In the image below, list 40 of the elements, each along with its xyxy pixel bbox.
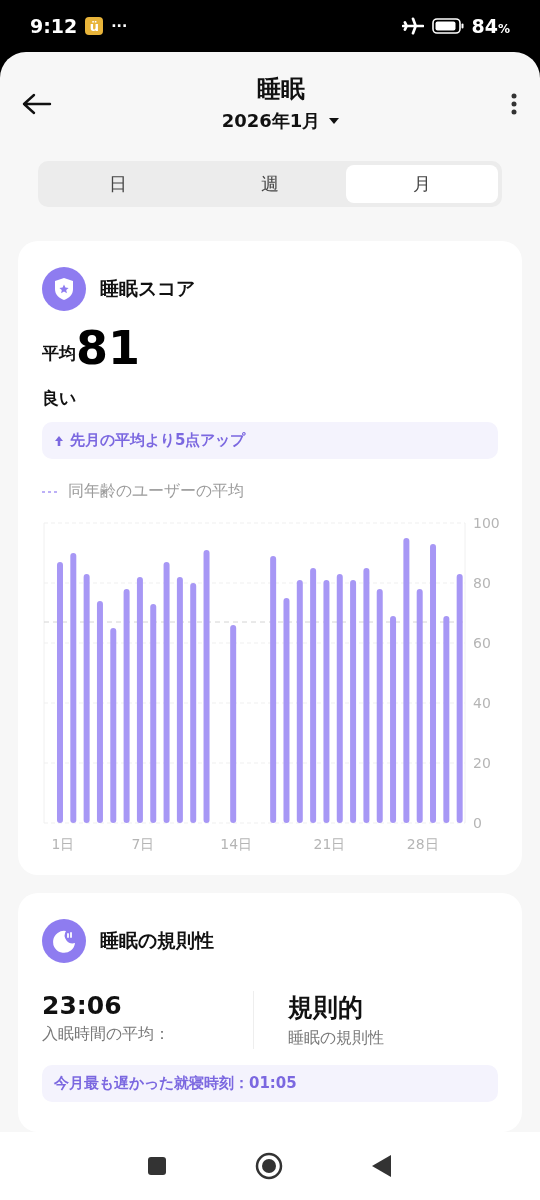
- page-title: 睡眠: [257, 74, 305, 106]
- regularity-label: 睡眠の規則性: [287, 1028, 385, 1049]
- bedtime-value: 23:06: [42, 991, 123, 1020]
- axis-label: 21日: [313, 836, 346, 852]
- axis-label: 80: [473, 575, 491, 591]
- status-time: 9:12: [30, 15, 78, 37]
- month-selector[interactable]: 2026年1月: [217, 107, 345, 136]
- bedtime-label: 入眠時間の平均：: [42, 1024, 171, 1045]
- axis-label: 0: [473, 815, 482, 831]
- axis-label: 20: [473, 755, 491, 771]
- caret-icon: [328, 117, 341, 126]
- axis-label: 100: [473, 515, 500, 531]
- axis-label: 7日: [131, 836, 155, 852]
- card-title: 睡眠スコア: [100, 276, 195, 301]
- up-arrow-icon: [54, 434, 64, 447]
- back-arrow-icon: [22, 93, 52, 116]
- average-score: 81: [76, 325, 140, 371]
- average-label: 平均: [42, 342, 76, 365]
- regularity-value: 規則的: [287, 992, 364, 1024]
- battery-percentage: 84%: [471, 15, 510, 37]
- axis-label: 60: [473, 635, 491, 651]
- period-tab[interactable]: 月: [346, 164, 498, 203]
- airplane-mode-icon: [401, 17, 424, 35]
- period-tab[interactable]: 週: [194, 164, 346, 203]
- axis-label: 40: [473, 695, 491, 711]
- card-title: 睡眠の規則性: [100, 928, 214, 953]
- moon-icon: [42, 919, 86, 963]
- axis-label: 1日: [51, 836, 75, 852]
- more-notifications-icon: ···: [111, 18, 128, 34]
- more-options-icon: [510, 92, 518, 117]
- period-tab[interactable]: 日: [42, 164, 194, 203]
- app-notification-icon: ü: [85, 17, 104, 35]
- latest-bedtime-text: 今月最も遅かった就寝時刻：01:05: [54, 1074, 297, 1093]
- comparison-text: 先月の平均より5点アップ: [70, 431, 246, 450]
- axis-label: 14日: [220, 836, 253, 852]
- legend-label: 同年齢のユーザーの平均: [68, 481, 244, 502]
- dashed-line-icon: [42, 489, 60, 494]
- score-rating: 良い: [42, 387, 77, 410]
- battery-icon: [431, 18, 464, 34]
- axis-label: 28日: [406, 836, 439, 852]
